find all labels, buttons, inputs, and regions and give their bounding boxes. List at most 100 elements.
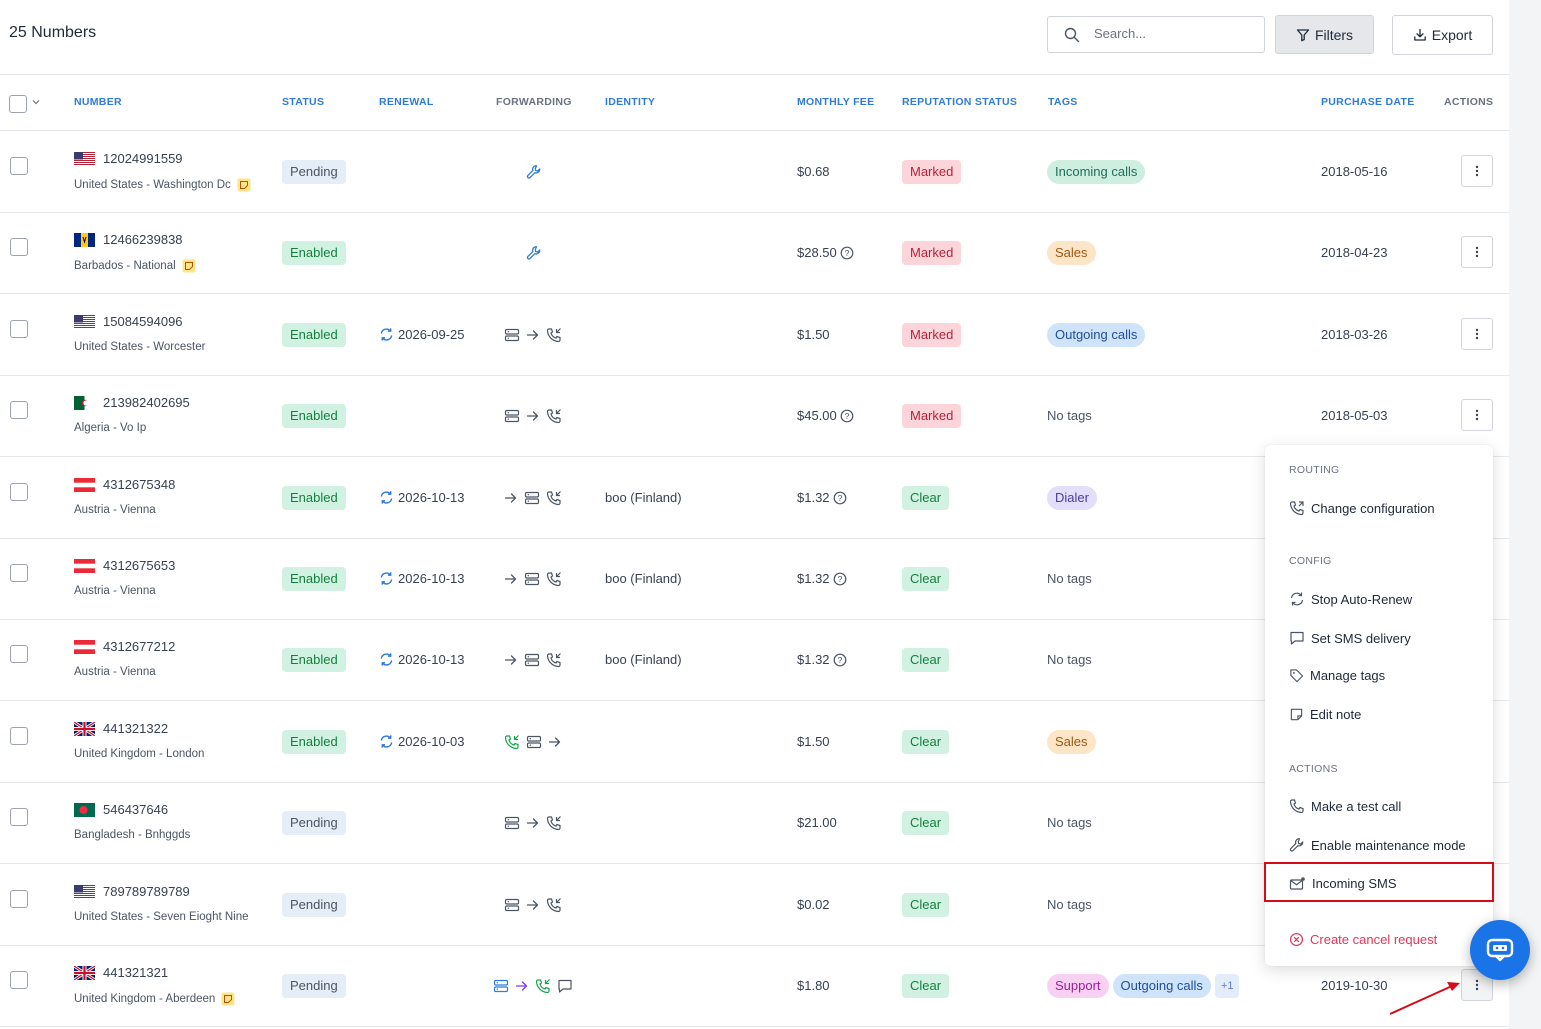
manage-tags-item[interactable]: Manage tags [1289, 668, 1385, 683]
number-location: United Kingdom - London [74, 748, 204, 760]
info-icon[interactable]: ? [840, 246, 854, 260]
server-icon [504, 898, 520, 912]
forwarding-route[interactable] [526, 245, 542, 261]
info-icon[interactable]: ? [833, 653, 847, 667]
col-monthly-fee[interactable]: MONTHLY FEE [797, 96, 874, 108]
renewal-text: 2026-10-13 [398, 571, 465, 586]
number-location: Algeria - Vo Ip [74, 422, 146, 434]
phone-number[interactable]: 441321322 [103, 721, 168, 736]
tags-cell: No tags [1047, 648, 1092, 672]
tag-chip[interactable]: Dialer [1047, 486, 1097, 510]
row-checkbox[interactable] [10, 727, 28, 745]
arrow-right-icon [548, 737, 561, 747]
tags-cell: No tags [1047, 404, 1092, 428]
tag-chip[interactable]: Support [1047, 974, 1109, 998]
phone-number[interactable]: 213982402695 [103, 395, 190, 410]
forwarding-route[interactable] [504, 571, 562, 587]
note-icon[interactable] [237, 178, 251, 192]
phone-number[interactable]: 546437646 [103, 802, 168, 817]
tag-chip[interactable]: Outgoing calls [1112, 974, 1211, 998]
search-box[interactable] [1047, 16, 1265, 53]
select-all-checkbox[interactable] [9, 95, 27, 113]
phone-number[interactable]: 441321321 [103, 965, 168, 980]
tags-cell: No tags [1047, 893, 1092, 917]
forwarding-route[interactable] [504, 897, 562, 913]
col-identity[interactable]: IDENTITY [605, 96, 655, 108]
forwarding-route[interactable] [504, 408, 562, 424]
forwarding-route[interactable] [504, 327, 562, 343]
row-checkbox[interactable] [10, 157, 28, 175]
export-button[interactable]: Export [1392, 15, 1493, 55]
note-icon[interactable] [182, 259, 196, 273]
renewal-date[interactable]: 2026-09-25 [379, 327, 465, 342]
forwarding-route[interactable] [526, 164, 542, 180]
forwarding-route[interactable] [504, 490, 562, 506]
number-location: Bangladesh - Bnhggds [74, 829, 190, 841]
row-checkbox[interactable] [10, 483, 28, 501]
create-cancel-request-item[interactable]: Create cancel request [1289, 932, 1437, 947]
row-checkbox[interactable] [10, 645, 28, 663]
table-row: 12024991559 United States - Washington Dc… [0, 131, 1509, 212]
tag-chip[interactable]: Incoming calls [1047, 160, 1146, 184]
more-tags-chip[interactable]: +1 [1214, 974, 1240, 998]
col-reputation-status[interactable]: REPUTATION STATUS [902, 96, 1017, 108]
phone-number[interactable]: 4312677212 [103, 639, 175, 654]
no-tags-text: No tags [1047, 815, 1092, 830]
edit-note-item[interactable]: Edit note [1289, 707, 1361, 722]
chevron-down-icon[interactable] [32, 99, 40, 105]
row-actions-button[interactable] [1461, 236, 1493, 268]
row-checkbox[interactable] [10, 320, 28, 338]
row-actions-button[interactable] [1461, 318, 1493, 350]
row-checkbox[interactable] [10, 238, 28, 256]
row-checkbox[interactable] [10, 890, 28, 908]
menu-section-routing: ROUTING [1289, 464, 1340, 476]
search-input[interactable] [1092, 25, 1256, 42]
change-configuration-item[interactable]: Change configuration [1289, 500, 1435, 516]
row-checkbox[interactable] [10, 401, 28, 419]
renewal-date[interactable]: 2026-10-13 [379, 490, 465, 505]
tag-chip[interactable]: Sales [1047, 241, 1096, 265]
flag-icon [74, 640, 95, 654]
tag-chip[interactable]: Outgoing calls [1047, 323, 1146, 347]
stop-auto-renew-item[interactable]: Stop Auto-Renew [1289, 591, 1412, 607]
col-status[interactable]: STATUS [282, 96, 324, 108]
phone-number[interactable]: 789789789789 [103, 884, 190, 899]
forwarding-route[interactable] [493, 978, 573, 994]
chat-assistant-button[interactable] [1470, 920, 1530, 980]
number-location: United States - Seven Eioght Nine [74, 911, 249, 923]
phone-number[interactable]: 12466239838 [103, 232, 183, 247]
no-tags-text: No tags [1047, 408, 1092, 423]
info-icon[interactable]: ? [833, 572, 847, 586]
col-renewal[interactable]: RENEWAL [379, 96, 434, 108]
renewal-date[interactable]: 2026-10-13 [379, 652, 465, 667]
row-actions-button[interactable] [1461, 399, 1493, 431]
phone-number[interactable]: 15084594096 [103, 314, 183, 329]
filters-button[interactable]: Filters [1275, 15, 1374, 54]
note-icon[interactable] [221, 992, 235, 1006]
row-checkbox[interactable] [10, 564, 28, 582]
row-actions-button[interactable] [1461, 155, 1493, 187]
col-tags[interactable]: TAGS [1048, 96, 1078, 108]
phone-number[interactable]: 4312675653 [103, 558, 175, 573]
set-sms-delivery-item[interactable]: Set SMS delivery [1289, 630, 1411, 646]
make-test-call-item[interactable]: Make a test call [1289, 798, 1401, 814]
forwarding-route[interactable] [504, 815, 562, 831]
fee-text: $1.50 [797, 734, 830, 749]
row-checkbox[interactable] [10, 808, 28, 826]
col-purchase-date[interactable]: PURCHASE DATE [1321, 96, 1415, 108]
phone-number[interactable]: 4312675348 [103, 477, 175, 492]
info-icon[interactable]: ? [840, 409, 854, 423]
forwarding-route[interactable] [504, 652, 562, 668]
info-icon[interactable]: ? [833, 491, 847, 505]
renewal-date[interactable]: 2026-10-03 [379, 734, 465, 749]
forwarding-route[interactable] [504, 734, 562, 750]
col-number[interactable]: NUMBER [74, 96, 122, 108]
purchase-date: 2018-04-23 [1321, 245, 1388, 260]
message-icon [1290, 631, 1304, 645]
tag-chip[interactable]: Sales [1047, 730, 1096, 754]
phone-number[interactable]: 12024991559 [103, 151, 183, 166]
enable-maintenance-item[interactable]: Enable maintenance mode [1289, 837, 1466, 853]
renewal-date[interactable]: 2026-10-13 [379, 571, 465, 586]
row-checkbox[interactable] [10, 971, 28, 989]
location-text: United Kingdom - London [74, 748, 205, 760]
